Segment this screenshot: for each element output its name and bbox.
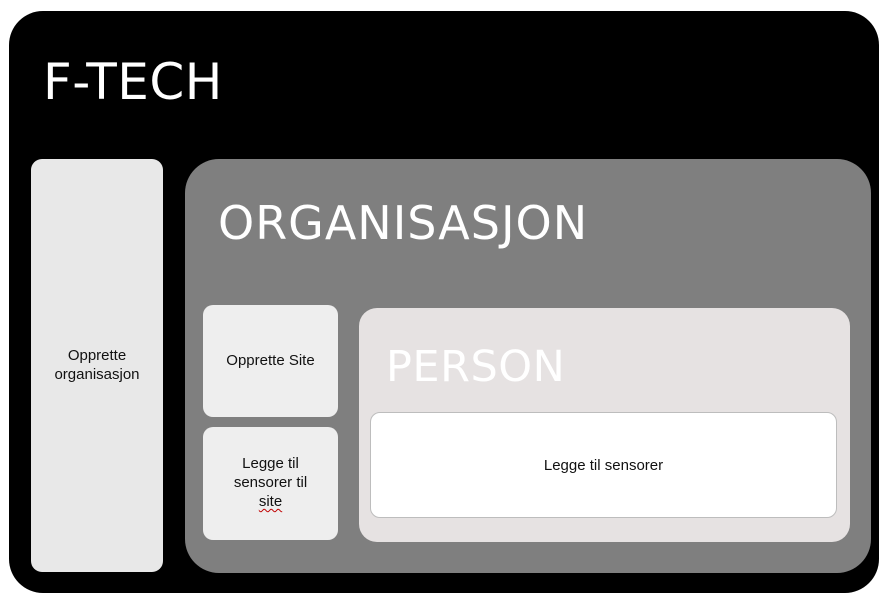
person-panel: PERSON Legge til sensorer: [359, 308, 850, 542]
add-sensors-to-site-label-line1: Legge til: [242, 455, 299, 473]
create-organisation-label-line1: Opprette: [67, 346, 127, 364]
create-organisation-button[interactable]: Opprette organisasjon: [31, 159, 163, 572]
organisation-title: ORGANISASJON: [218, 196, 589, 250]
add-sensors-button[interactable]: Legge til sensorer: [370, 412, 837, 518]
create-organisation-label: Opprette organisasjon: [54, 347, 139, 385]
add-sensors-label: Legge til sensorer: [543, 456, 664, 474]
create-site-button[interactable]: Opprette Site: [203, 305, 338, 417]
add-sensors-to-site-label-line2: sensorer til: [233, 474, 308, 492]
create-organisation-label-line2: organisasjon: [54, 365, 140, 383]
add-sensors-to-site-button[interactable]: Legge til sensorer til site: [203, 427, 338, 540]
f-tech-title: F-TECH: [43, 53, 223, 111]
create-site-label: Opprette Site: [226, 351, 315, 369]
add-sensors-to-site-label-line3: site: [258, 492, 283, 510]
person-title: PERSON: [386, 342, 566, 392]
f-tech-frame: F-TECH Opprette organisasjon ORGANISASJO…: [9, 11, 879, 593]
organisation-panel: ORGANISASJON Opprette Site Legge til sen…: [185, 159, 871, 573]
